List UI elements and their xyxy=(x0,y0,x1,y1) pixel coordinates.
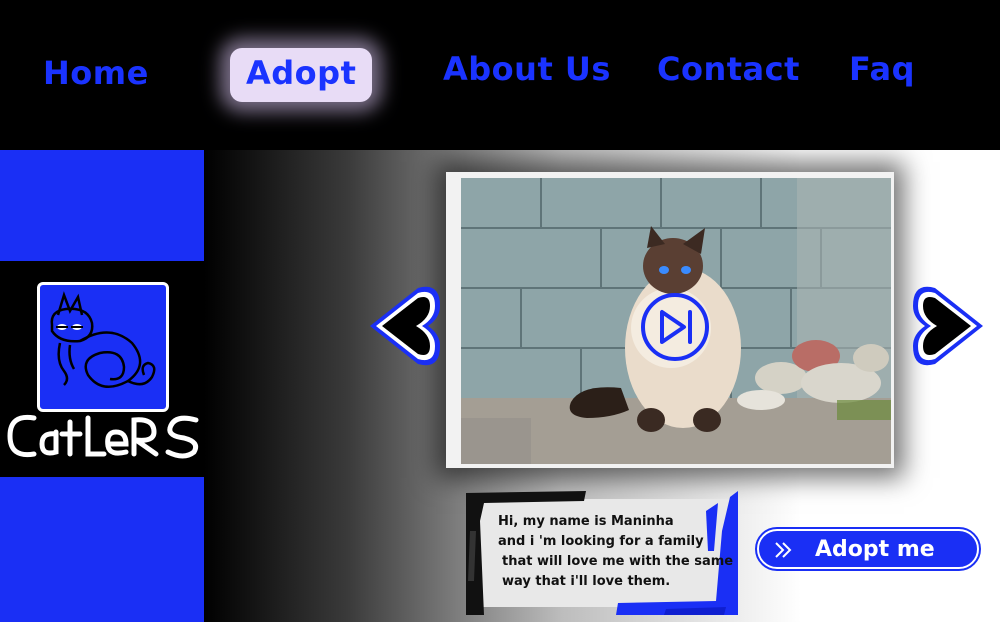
bio-line: Hi, my name is Maninha xyxy=(498,514,674,529)
adopt-me-button[interactable]: Adopt me xyxy=(755,527,981,571)
bio-line: that will love me with the same xyxy=(502,554,734,569)
sidebar-bottom-panel xyxy=(0,477,204,622)
nav-about-link[interactable]: About Us xyxy=(443,50,611,88)
top-navigation: Home Adopt About Us Contact Faq xyxy=(0,0,1000,150)
heart-left-arrow-icon[interactable] xyxy=(368,284,442,368)
bio-line: and i 'm looking for a family xyxy=(498,534,704,549)
nav-contact-link[interactable]: Contact xyxy=(657,50,800,88)
bio-text: Hi, my name is Maninha and i 'm looking … xyxy=(498,512,734,592)
play-pause-icon[interactable] xyxy=(640,292,710,362)
adopt-me-label: Adopt me xyxy=(815,537,935,562)
sidebar-top-panel xyxy=(0,150,204,261)
cat-logo-icon[interactable] xyxy=(37,282,169,412)
nav-home-link[interactable]: Home xyxy=(43,54,149,92)
nav-faq-link[interactable]: Faq xyxy=(849,50,915,88)
double-chevron-right-icon xyxy=(773,540,793,560)
brand-name xyxy=(4,404,204,464)
nav-adopt-link[interactable]: Adopt xyxy=(230,48,373,102)
bio-line: way that i'll love them. xyxy=(502,574,671,589)
heart-right-arrow-icon[interactable] xyxy=(909,284,985,368)
